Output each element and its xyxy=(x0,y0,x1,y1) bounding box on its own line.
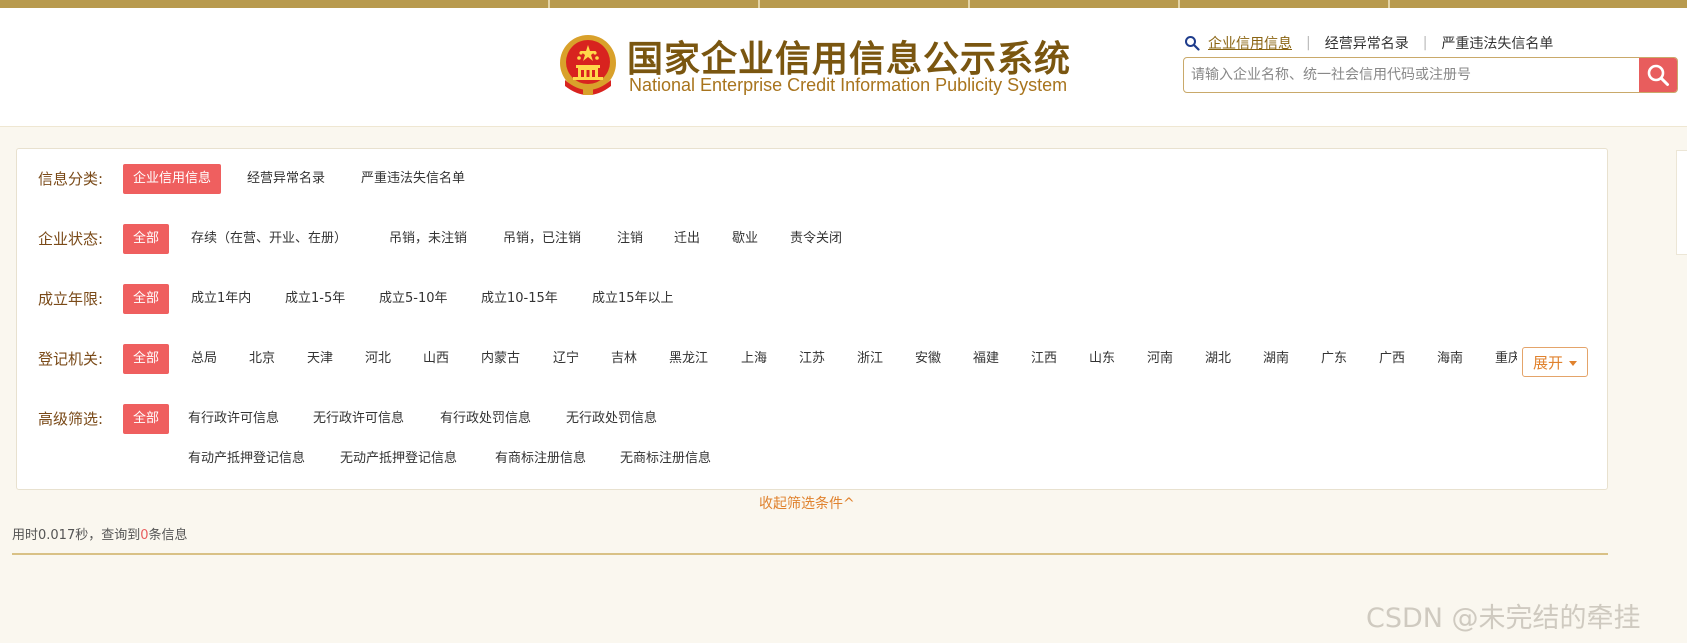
result-prefix: 用时0.017秒，查询到 xyxy=(12,528,141,543)
filter-option[interactable]: 成立5-10年 xyxy=(379,284,448,314)
filter-option[interactable]: 湖北 xyxy=(1205,344,1231,374)
top-bar-separator xyxy=(968,0,970,8)
filter-option[interactable]: 成立15年以上 xyxy=(592,284,674,314)
filter-option[interactable]: 广东 xyxy=(1321,344,1347,374)
filter-option[interactable]: 成立1年内 xyxy=(191,284,251,314)
filter-option[interactable]: 上海 xyxy=(741,344,767,374)
search-icon xyxy=(1647,64,1669,86)
filter-option[interactable]: 有行政处罚信息 xyxy=(440,404,531,434)
filter-option-selected[interactable]: 全部 xyxy=(123,344,170,374)
top-accent-bar xyxy=(0,0,1687,8)
filter-option[interactable]: 广西 xyxy=(1379,344,1405,374)
filter-option[interactable]: 河北 xyxy=(365,344,391,374)
expand-label: 展开 xyxy=(1532,353,1563,372)
filter-option[interactable]: 无动产抵押登记信息 xyxy=(340,444,457,474)
watermark: CSDN @未完结的牵挂 xyxy=(1366,603,1641,634)
filter-option[interactable]: 有动产抵押登记信息 xyxy=(188,444,305,474)
filter-option[interactable]: 吉林 xyxy=(611,344,637,374)
filter-option[interactable]: 迁出 xyxy=(674,224,700,254)
filter-option[interactable]: 江西 xyxy=(1031,344,1057,374)
result-suffix: 条信息 xyxy=(148,528,188,543)
quicknav-link-credit-info[interactable]: 企业信用信息 xyxy=(1208,33,1292,53)
filter-option[interactable]: 注销 xyxy=(617,224,643,254)
filter-option[interactable]: 山西 xyxy=(423,344,449,374)
site-header: 国家企业信用信息公示系统 National Enterprise Credit … xyxy=(0,8,1687,127)
quicknav-link-abnormal-list[interactable]: 经营异常名录 xyxy=(1325,33,1409,53)
filter-option[interactable]: 有商标注册信息 xyxy=(495,444,586,474)
side-float-tab[interactable] xyxy=(1676,150,1687,255)
result-summary: 用时0.017秒，查询到0条信息 xyxy=(12,524,188,543)
search-icon xyxy=(1185,36,1200,51)
filter-option[interactable]: 严重违法失信名单 xyxy=(361,164,465,194)
filter-option[interactable]: 经营异常名录 xyxy=(247,164,325,194)
filter-option[interactable]: 天津 xyxy=(307,344,333,374)
filter-option[interactable]: 吊销，未注销 xyxy=(389,224,467,254)
filter-option[interactable]: 无行政处罚信息 xyxy=(566,404,657,434)
filter-option[interactable]: 成立1-5年 xyxy=(285,284,345,314)
result-count: 0 xyxy=(140,528,149,543)
caret-down-icon xyxy=(1569,360,1577,366)
collapse-filters-link[interactable]: 收起筛选条件^ xyxy=(759,493,855,513)
filter-option[interactable]: 有行政许可信息 xyxy=(188,404,279,434)
filter-label-advanced: 高级筛选: xyxy=(38,410,104,428)
filter-option[interactable]: 山东 xyxy=(1089,344,1115,374)
filter-option[interactable]: 存续（在营、开业、在册） xyxy=(191,224,347,254)
filter-option[interactable]: 江苏 xyxy=(799,344,825,374)
search-button[interactable] xyxy=(1639,58,1677,92)
filter-label-category: 信息分类: xyxy=(38,170,104,188)
filter-option[interactable]: 歇业 xyxy=(732,224,758,254)
filter-option[interactable]: 内蒙古 xyxy=(481,344,520,374)
national-emblem-icon xyxy=(560,35,616,95)
filter-option[interactable]: 吊销，已注销 xyxy=(503,224,581,254)
quicknav-link-blacklist[interactable]: 严重违法失信名单 xyxy=(1441,33,1553,53)
filter-option[interactable]: 浙江 xyxy=(857,344,883,374)
filter-option-selected[interactable]: 企业信用信息 xyxy=(123,164,222,194)
site-title-en: National Enterprise Credit Information P… xyxy=(629,75,1068,95)
filter-option[interactable]: 北京 xyxy=(249,344,275,374)
filter-row-authority: 登记机关: 全部 总局 北京 天津 河北 山西 内蒙古 辽宁 吉林 黑龙江 上海… xyxy=(17,344,1517,374)
quicknav-divider: | xyxy=(1422,35,1428,51)
filter-option[interactable]: 无行政许可信息 xyxy=(313,404,404,434)
expand-button[interactable]: 展开 xyxy=(1522,347,1588,377)
top-bar-separator xyxy=(548,0,550,8)
filter-panel: 信息分类: 企业信用信息 经营异常名录 严重违法失信名单 企业状态: 全部 存续… xyxy=(16,148,1608,490)
search-box xyxy=(1183,57,1678,93)
filter-option[interactable]: 无商标注册信息 xyxy=(620,444,711,474)
filter-option[interactable]: 海南 xyxy=(1437,344,1463,374)
filter-option-selected[interactable]: 全部 xyxy=(123,284,170,314)
filter-option[interactable]: 安徽 xyxy=(915,344,941,374)
filter-option[interactable]: 辽宁 xyxy=(553,344,579,374)
filter-option[interactable]: 湖南 xyxy=(1263,344,1289,374)
filter-option-selected[interactable]: 全部 xyxy=(123,224,170,254)
filter-option[interactable]: 责令关闭 xyxy=(790,224,842,254)
filter-option-selected[interactable]: 全部 xyxy=(123,404,170,434)
search-input[interactable] xyxy=(1184,58,1642,92)
top-bar-separator xyxy=(1388,0,1390,8)
filter-option[interactable]: 河南 xyxy=(1147,344,1173,374)
quick-nav: 企业信用信息 | 经营异常名录 | 严重违法失信名单 xyxy=(1184,34,1553,52)
filter-option[interactable]: 福建 xyxy=(973,344,999,374)
filter-label-authority: 登记机关: xyxy=(38,350,104,368)
filter-label-status: 企业状态: xyxy=(38,230,104,248)
result-divider xyxy=(12,553,1608,555)
filter-label-years: 成立年限: xyxy=(38,290,104,308)
filter-option[interactable]: 成立10-15年 xyxy=(481,284,558,314)
filter-option[interactable]: 黑龙江 xyxy=(669,344,708,374)
top-bar-separator xyxy=(1178,0,1180,8)
quicknav-divider: | xyxy=(1306,35,1311,51)
top-bar-separator xyxy=(758,0,760,8)
filter-option[interactable]: 重庆 xyxy=(1495,344,1517,374)
filter-option[interactable]: 总局 xyxy=(191,344,217,374)
